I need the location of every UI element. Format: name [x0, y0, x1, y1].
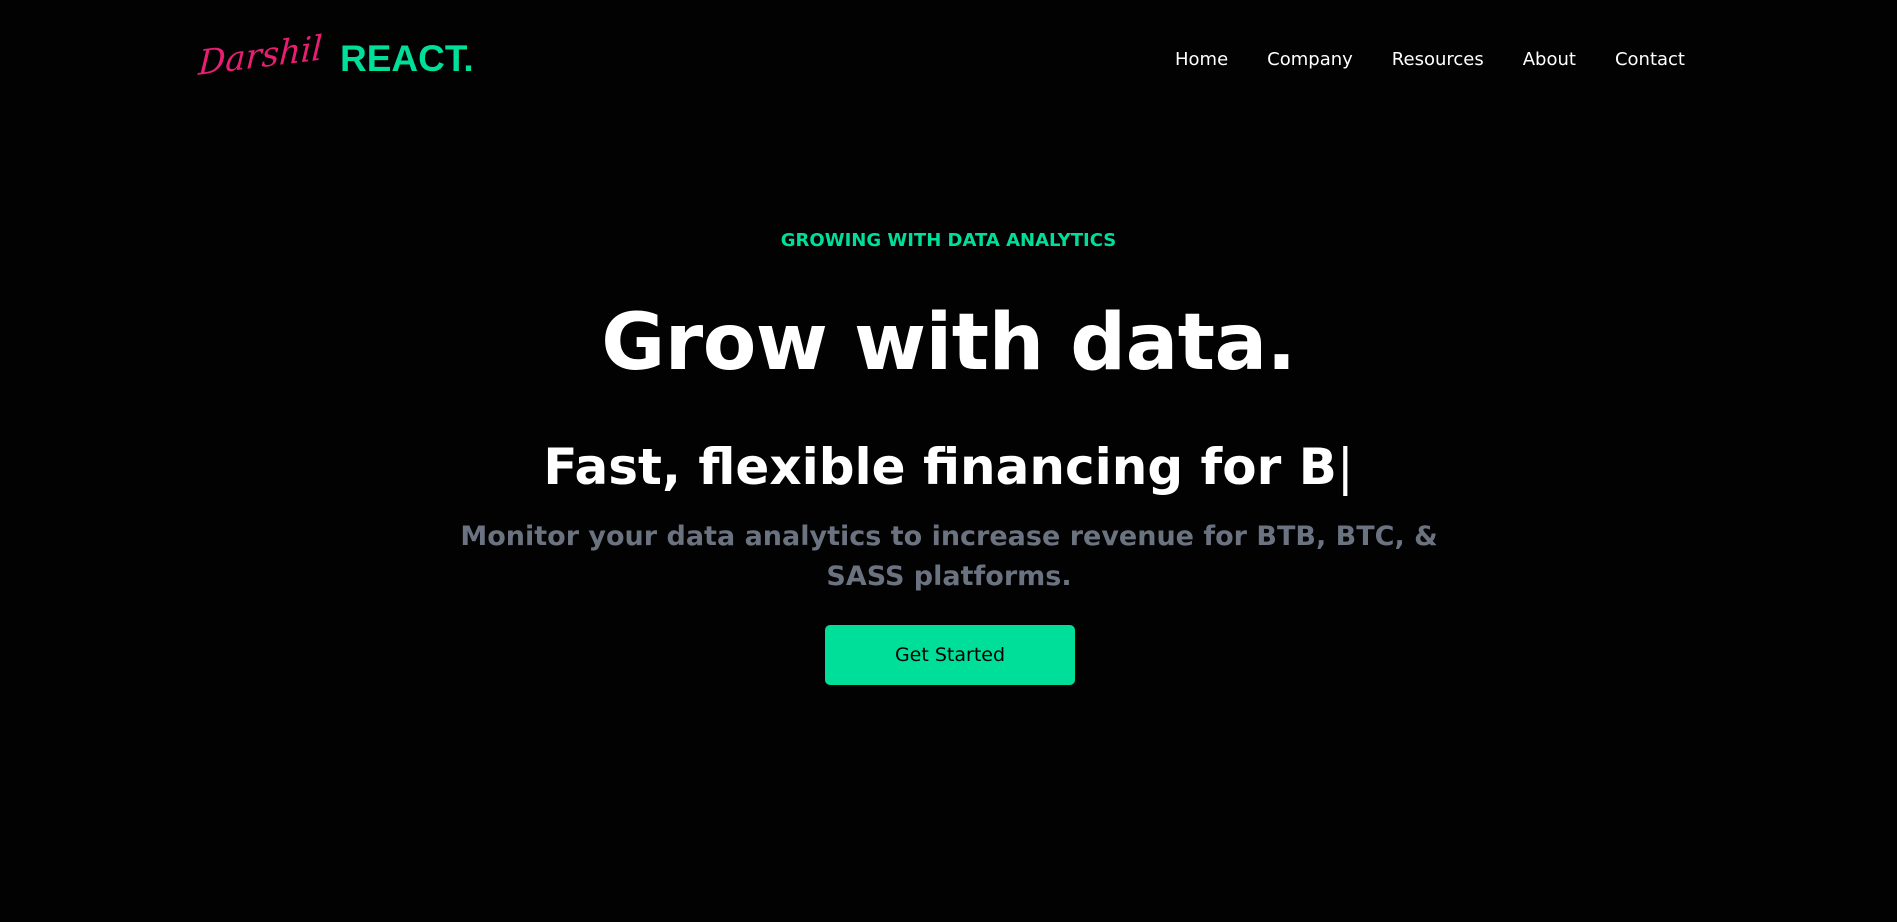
- main-nav: Home Company Resources About Contact: [1155, 47, 1704, 73]
- brand-name: REACT.: [340, 38, 474, 79]
- typed-text: B: [1298, 438, 1337, 496]
- nav-item-company[interactable]: Company: [1247, 47, 1372, 73]
- typed-headline: Fast, flexible financing for B|: [0, 434, 1897, 500]
- landing-page: Darshil REACT. Home Company Resources Ab…: [0, 0, 1897, 922]
- get-started-button[interactable]: Get Started: [825, 625, 1075, 685]
- hero-title: Grow with data.: [601, 298, 1296, 388]
- nav-item-resources[interactable]: Resources: [1372, 47, 1503, 73]
- hero-eyebrow: GROWING WITH DATA ANALYTICS: [780, 230, 1117, 251]
- hero-subtitle: Monitor your data analytics to increase …: [460, 521, 1438, 592]
- typing-cursor: |: [1336, 438, 1354, 496]
- typed-prefix: Fast, flexible financing for: [543, 438, 1282, 496]
- nav-item-contact[interactable]: Contact: [1595, 47, 1704, 73]
- brand-signature: Darshil: [197, 28, 324, 84]
- brand-logo[interactable]: Darshil REACT.: [197, 28, 473, 84]
- nav-item-about[interactable]: About: [1503, 47, 1595, 73]
- nav-item-home[interactable]: Home: [1155, 47, 1247, 73]
